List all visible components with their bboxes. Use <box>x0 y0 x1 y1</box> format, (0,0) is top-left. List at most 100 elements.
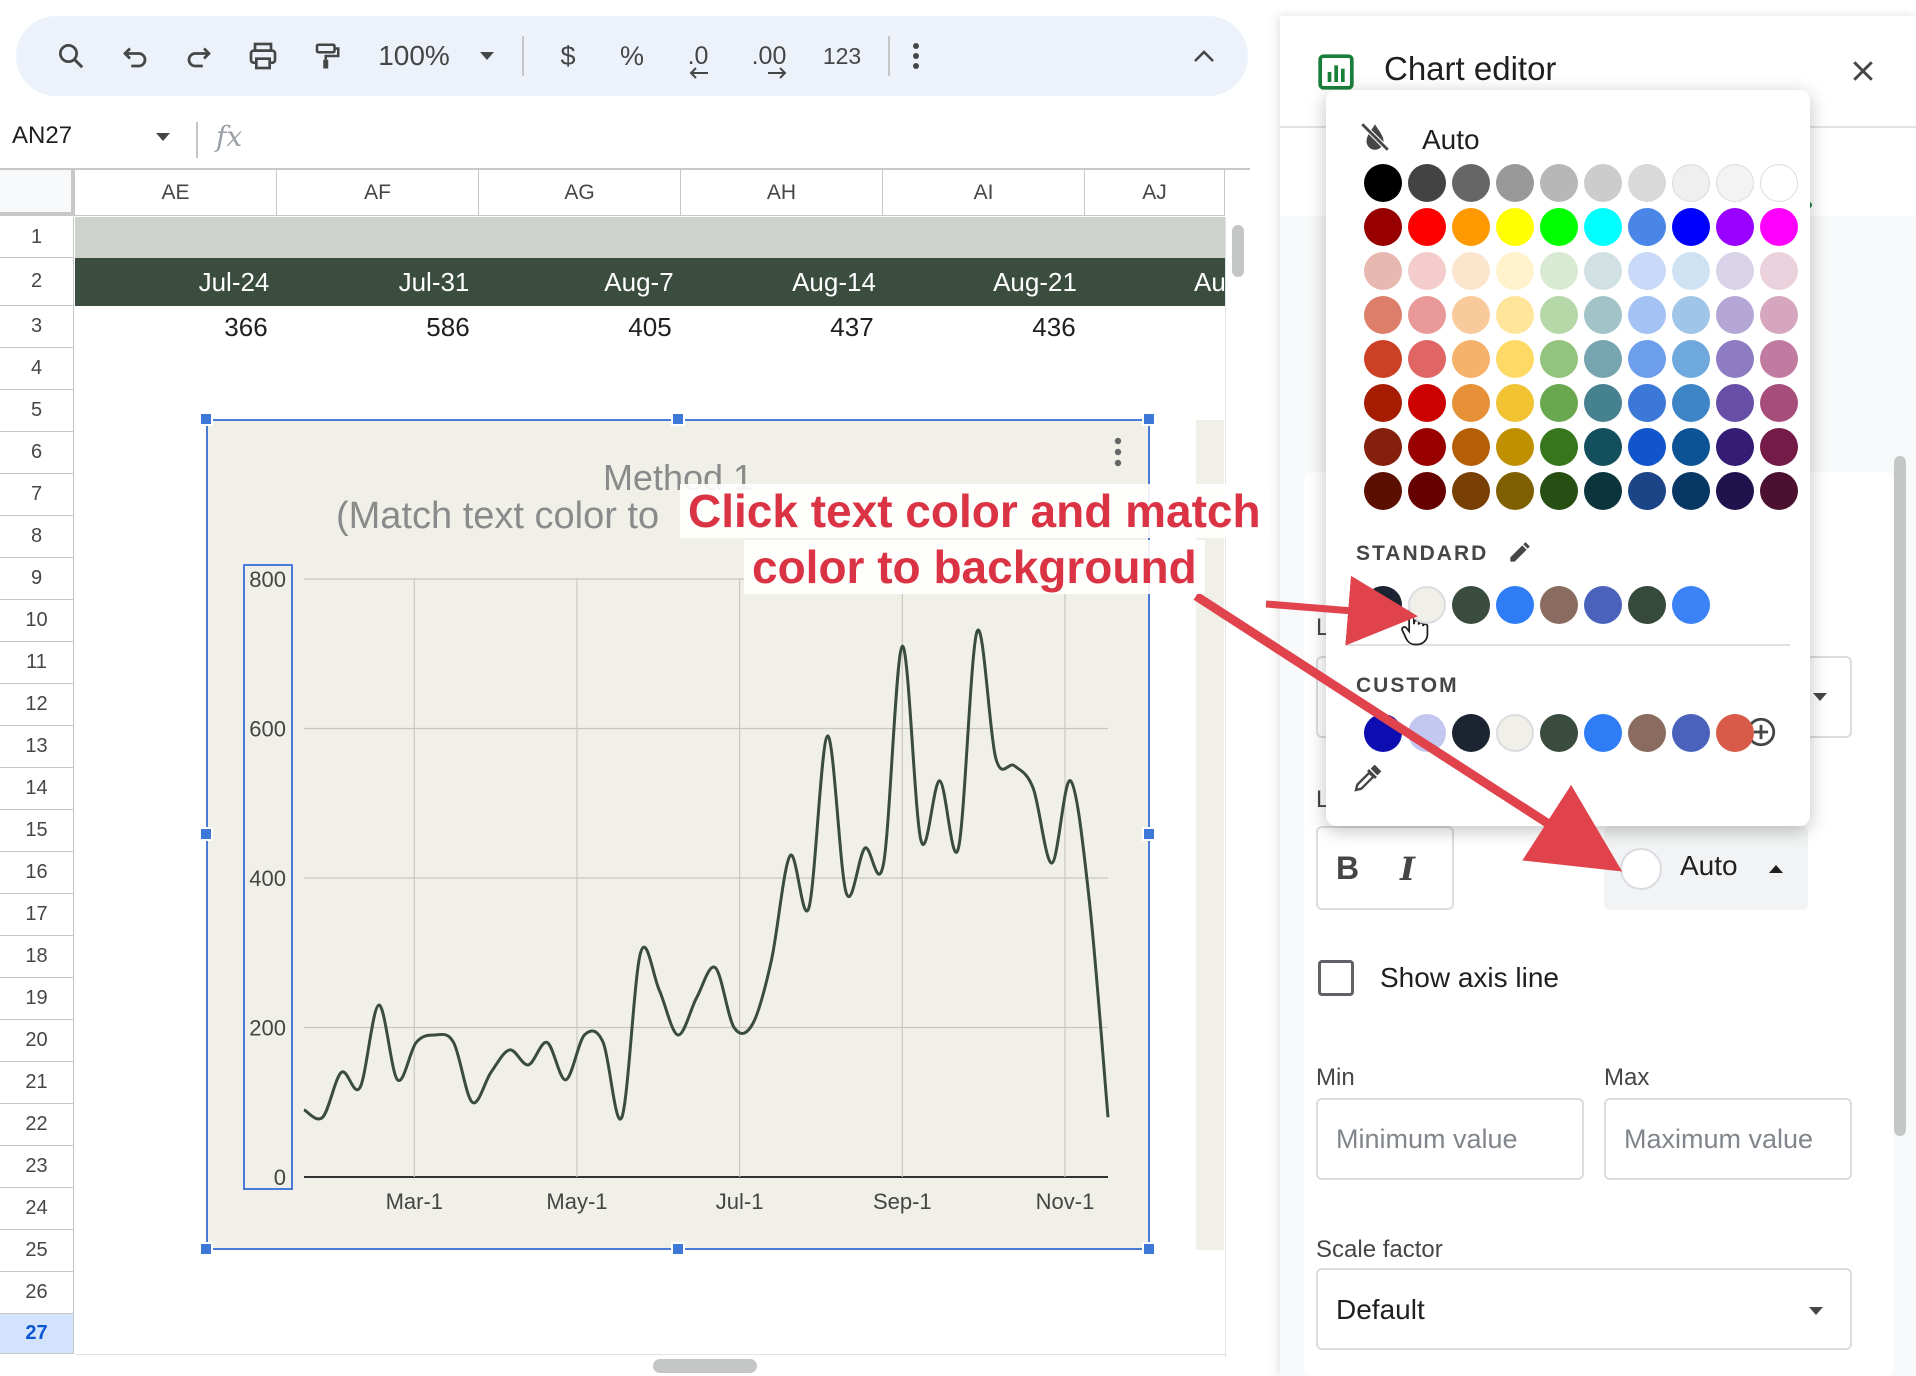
scale-factor-select[interactable]: Default <box>1316 1268 1852 1350</box>
color-swatch[interactable] <box>1540 472 1578 510</box>
chevron-down-icon[interactable] <box>472 16 502 96</box>
value-cell[interactable]: 366 <box>206 306 286 348</box>
column-header[interactable]: AF <box>277 170 479 216</box>
resize-handle[interactable] <box>199 827 213 841</box>
color-swatch[interactable] <box>1584 296 1622 334</box>
date-cell[interactable]: Au <box>1194 262 1225 302</box>
undo-icon[interactable] <box>110 16 160 96</box>
color-swatch[interactable] <box>1540 340 1578 378</box>
chevron-down-icon[interactable] <box>154 130 172 148</box>
color-swatch[interactable] <box>1628 296 1666 334</box>
row-header[interactable]: 8 <box>0 516 74 558</box>
color-swatch[interactable] <box>1540 296 1578 334</box>
increase-decimals-button[interactable]: .00 <box>734 16 804 96</box>
currency-button[interactable]: $ <box>546 16 590 96</box>
color-swatch[interactable] <box>1672 164 1710 202</box>
resize-handle[interactable] <box>199 1242 213 1256</box>
color-swatch[interactable] <box>1496 252 1534 290</box>
row-header[interactable]: 2 <box>0 258 74 306</box>
show-axis-line-checkbox[interactable] <box>1318 960 1354 996</box>
standard-color-swatch[interactable] <box>1628 586 1666 624</box>
collapse-toolbar-icon[interactable] <box>1182 16 1226 96</box>
bold-button[interactable]: B <box>1336 850 1359 887</box>
color-swatch[interactable] <box>1540 208 1578 246</box>
color-swatch[interactable] <box>1716 472 1754 510</box>
color-swatch[interactable] <box>1496 164 1534 202</box>
color-swatch[interactable] <box>1496 428 1534 466</box>
redo-icon[interactable] <box>174 16 224 96</box>
value-cell[interactable]: 437 <box>812 306 892 348</box>
auto-color-option[interactable]: Auto <box>1422 124 1480 156</box>
row-header[interactable]: 27 <box>0 1314 74 1354</box>
color-swatch[interactable] <box>1408 428 1446 466</box>
color-swatch[interactable] <box>1672 384 1710 422</box>
color-swatch[interactable] <box>1628 472 1666 510</box>
color-swatch[interactable] <box>1408 164 1446 202</box>
color-swatch[interactable] <box>1672 252 1710 290</box>
color-swatch[interactable] <box>1452 428 1490 466</box>
color-swatch[interactable] <box>1364 472 1402 510</box>
row-header[interactable]: 23 <box>0 1146 74 1188</box>
color-swatch[interactable] <box>1760 208 1798 246</box>
color-swatch[interactable] <box>1452 208 1490 246</box>
no-color-icon[interactable] <box>1358 120 1392 159</box>
color-swatch[interactable] <box>1496 384 1534 422</box>
color-swatch[interactable] <box>1628 164 1666 202</box>
row-header[interactable]: 12 <box>0 684 74 726</box>
standard-color-swatch[interactable] <box>1408 586 1446 624</box>
cell-name-box[interactable]: AN27 <box>12 122 72 150</box>
standard-color-swatch[interactable] <box>1584 586 1622 624</box>
color-swatch[interactable] <box>1496 472 1534 510</box>
decrease-decimals-button[interactable]: .0 <box>670 16 726 96</box>
custom-color-swatch[interactable] <box>1540 714 1578 752</box>
color-swatch[interactable] <box>1408 208 1446 246</box>
column-header[interactable]: AI <box>883 170 1085 216</box>
color-swatch[interactable] <box>1584 164 1622 202</box>
date-cell[interactable]: Jul-31 <box>396 262 472 302</box>
standard-color-swatch[interactable] <box>1672 586 1710 624</box>
color-swatch[interactable] <box>1672 472 1710 510</box>
color-swatch[interactable] <box>1496 340 1534 378</box>
row-header[interactable]: 25 <box>0 1230 74 1272</box>
value-cell[interactable]: 586 <box>408 306 488 348</box>
panel-scrollbar-thumb[interactable] <box>1894 456 1906 1136</box>
value-cell[interactable]: 436 <box>1014 306 1094 348</box>
custom-color-swatch[interactable] <box>1628 714 1666 752</box>
row-header[interactable]: 10 <box>0 600 74 642</box>
row-header[interactable]: 16 <box>0 852 74 894</box>
search-icon[interactable] <box>46 16 96 96</box>
row-header[interactable]: 9 <box>0 558 74 600</box>
custom-color-swatch[interactable] <box>1452 714 1490 752</box>
color-swatch[interactable] <box>1364 164 1402 202</box>
color-swatch[interactable] <box>1584 208 1622 246</box>
custom-color-swatch[interactable] <box>1716 714 1754 752</box>
row-header[interactable]: 17 <box>0 894 74 936</box>
row-header[interactable]: 7 <box>0 474 74 516</box>
vertical-scrollbar-thumb[interactable] <box>1232 225 1244 277</box>
row-header[interactable]: 6 <box>0 432 74 474</box>
row-header[interactable]: 19 <box>0 978 74 1020</box>
color-swatch[interactable] <box>1408 472 1446 510</box>
color-swatch[interactable] <box>1496 296 1534 334</box>
color-swatch[interactable] <box>1540 384 1578 422</box>
color-swatch[interactable] <box>1540 428 1578 466</box>
color-swatch[interactable] <box>1628 252 1666 290</box>
color-swatch[interactable] <box>1364 340 1402 378</box>
paint-format-icon[interactable] <box>302 16 352 96</box>
color-swatch[interactable] <box>1540 164 1578 202</box>
color-swatch[interactable] <box>1408 252 1446 290</box>
color-swatch[interactable] <box>1452 164 1490 202</box>
row-header[interactable]: 21 <box>0 1062 74 1104</box>
formula-input[interactable] <box>240 112 1248 164</box>
standard-color-swatch[interactable] <box>1364 586 1402 624</box>
color-swatch[interactable] <box>1672 340 1710 378</box>
custom-color-swatch[interactable] <box>1408 714 1446 752</box>
color-swatch[interactable] <box>1364 384 1402 422</box>
color-swatch[interactable] <box>1716 428 1754 466</box>
color-swatch[interactable] <box>1452 296 1490 334</box>
color-swatch[interactable] <box>1672 428 1710 466</box>
row-header[interactable]: 14 <box>0 768 74 810</box>
color-swatch[interactable] <box>1760 428 1798 466</box>
color-swatch[interactable] <box>1628 208 1666 246</box>
color-swatch[interactable] <box>1628 384 1666 422</box>
